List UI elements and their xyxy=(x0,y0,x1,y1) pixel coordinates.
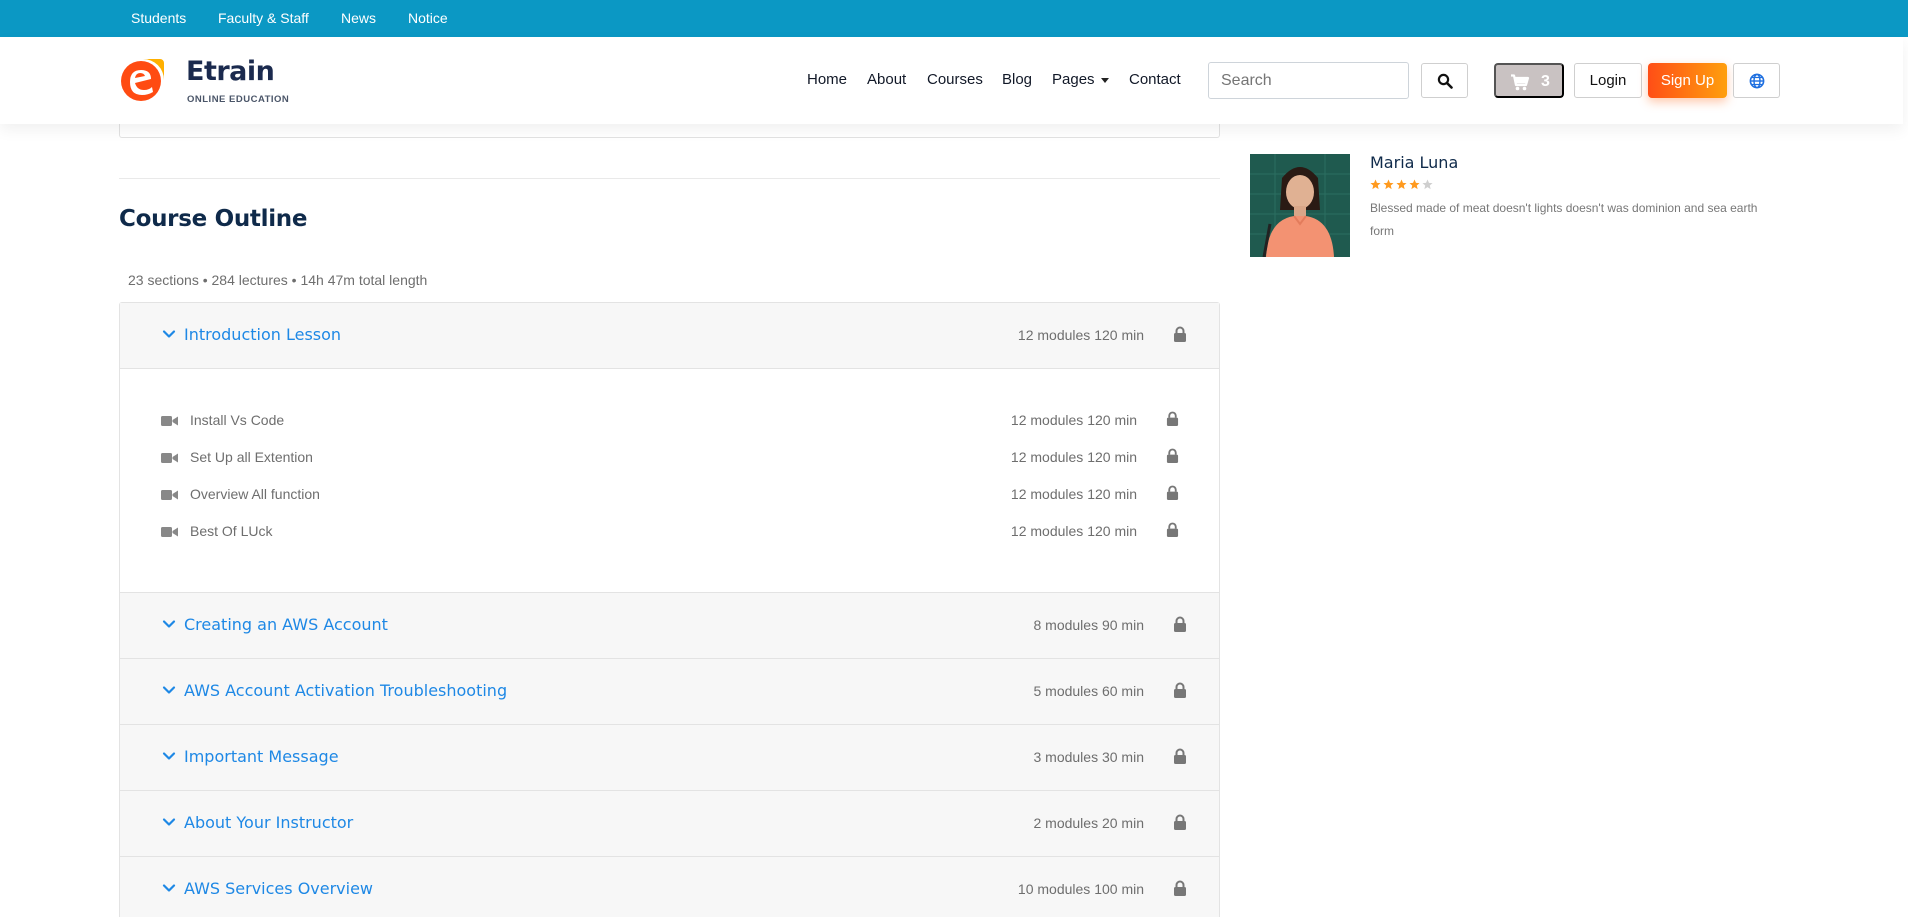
course-outline-summary: 23 sections • 284 lectures • 14h 47m tot… xyxy=(128,272,428,288)
section-meta: 12 modules 120 min xyxy=(1017,327,1144,343)
section-header-aws-services-overview[interactable]: AWS Services Overview 10 modules 100 min xyxy=(120,857,1219,917)
star-empty-icon xyxy=(1422,179,1433,190)
section-title[interactable]: Creating an AWS Account xyxy=(184,615,388,634)
section-meta: 3 modules 30 min xyxy=(1033,749,1144,765)
lecture-item[interactable]: Best Of LUck 12 modules 120 min xyxy=(120,522,1219,560)
star-filled-icon xyxy=(1396,179,1407,190)
topbar-link-students[interactable]: Students xyxy=(131,10,186,26)
lecture-title[interactable]: Overview All function xyxy=(190,486,320,502)
lock-icon xyxy=(1166,522,1179,537)
site-header: Etrain ONLINE EDUCATION Home About Cours… xyxy=(0,37,1903,124)
nav-pages-dropdown[interactable]: Pages xyxy=(1052,71,1109,88)
search-icon xyxy=(1437,73,1453,89)
chevron-down-icon xyxy=(162,884,176,892)
lecture-item[interactable]: Install Vs Code 12 modules 120 min xyxy=(120,411,1219,449)
lecture-title[interactable]: Install Vs Code xyxy=(190,412,284,428)
chevron-down-icon xyxy=(162,752,176,760)
cart-icon xyxy=(1511,74,1530,91)
lock-icon xyxy=(1174,814,1186,830)
cart-count-badge: 3 xyxy=(1541,73,1550,90)
section-body-introduction-lesson: Install Vs Code 12 modules 120 min Set U… xyxy=(120,369,1219,593)
search-button[interactable] xyxy=(1421,63,1468,98)
lecture-item[interactable]: Overview All function 12 modules 120 min xyxy=(120,485,1219,523)
nav-about[interactable]: About xyxy=(867,71,906,88)
nav-home[interactable]: Home xyxy=(807,71,847,88)
topbar-link-faculty-staff[interactable]: Faculty & Staff xyxy=(218,10,309,26)
topbar-link-notice[interactable]: Notice xyxy=(408,10,448,26)
section-title[interactable]: AWS Services Overview xyxy=(184,879,373,898)
section-meta: 2 modules 20 min xyxy=(1033,815,1144,831)
instructor-avatar[interactable] xyxy=(1250,154,1350,257)
section-title[interactable]: Introduction Lesson xyxy=(184,325,341,344)
language-button[interactable] xyxy=(1733,63,1780,98)
section-header-creating-aws-account[interactable]: Creating an AWS Account 8 modules 90 min xyxy=(120,593,1219,659)
chevron-down-icon xyxy=(162,330,176,338)
lock-icon xyxy=(1166,411,1179,426)
video-camera-icon xyxy=(161,527,178,537)
lecture-meta: 12 modules 120 min xyxy=(1010,449,1137,465)
section-title[interactable]: AWS Account Activation Troubleshooting xyxy=(184,681,507,700)
lecture-title[interactable]: Set Up all Extention xyxy=(190,449,313,465)
login-button[interactable]: Login xyxy=(1574,63,1642,98)
top-bar: Students Faculty & Staff News Notice xyxy=(0,0,1908,37)
lock-icon xyxy=(1166,485,1179,500)
nav-courses[interactable]: Courses xyxy=(927,71,983,88)
star-filled-icon xyxy=(1370,179,1381,190)
chevron-down-icon xyxy=(162,620,176,628)
nav-contact[interactable]: Contact xyxy=(1129,71,1181,88)
signup-button[interactable]: Sign Up xyxy=(1648,63,1727,98)
star-filled-icon xyxy=(1409,179,1420,190)
lock-icon xyxy=(1174,616,1186,632)
chevron-down-icon xyxy=(162,686,176,694)
page: Students Faculty & Staff News Notice Etr… xyxy=(0,0,1908,917)
section-meta: 10 modules 100 min xyxy=(1017,881,1144,897)
section-header-about-instructor[interactable]: About Your Instructor 2 modules 20 min xyxy=(120,791,1219,857)
section-title[interactable]: About Your Instructor xyxy=(184,813,353,832)
globe-icon xyxy=(1749,73,1765,89)
lecture-title[interactable]: Best Of LUck xyxy=(190,523,272,539)
course-outline-accordion: Introduction Lesson 12 modules 120 min I… xyxy=(119,302,1220,917)
lock-icon xyxy=(1174,748,1186,764)
instructor-rating xyxy=(1370,179,1433,190)
video-camera-icon xyxy=(161,416,178,426)
video-camera-icon xyxy=(161,453,178,463)
star-filled-icon xyxy=(1383,179,1394,190)
section-meta: 8 modules 90 min xyxy=(1033,617,1144,633)
course-outline-title: Course Outline xyxy=(119,206,308,232)
lecture-meta: 12 modules 120 min xyxy=(1010,523,1137,539)
search-input[interactable] xyxy=(1208,62,1409,99)
logo-tagline: ONLINE EDUCATION xyxy=(187,94,290,105)
section-title[interactable]: Important Message xyxy=(184,747,339,766)
cart-button[interactable]: 3 xyxy=(1494,63,1564,98)
lock-icon xyxy=(1174,880,1186,896)
section-header-aws-activation-troubleshooting[interactable]: AWS Account Activation Troubleshooting 5… xyxy=(120,659,1219,725)
logo-icon[interactable] xyxy=(120,57,166,103)
nav-pages-label: Pages xyxy=(1052,71,1095,88)
topbar-link-news[interactable]: News xyxy=(341,10,376,26)
lock-icon xyxy=(1174,682,1186,698)
chevron-down-icon xyxy=(162,818,176,826)
section-divider xyxy=(119,178,1220,179)
section-header-important-message[interactable]: Important Message 3 modules 30 min xyxy=(120,725,1219,791)
instructor-name[interactable]: Maria Luna xyxy=(1370,153,1458,172)
lock-icon xyxy=(1174,326,1186,342)
lecture-meta: 12 modules 120 min xyxy=(1010,486,1137,502)
caret-down-icon xyxy=(1100,77,1109,83)
instructor-bio: Blessed made of meat doesn't lights does… xyxy=(1370,201,1758,238)
lecture-item[interactable]: Set Up all Extention 12 modules 120 min xyxy=(120,448,1219,486)
section-meta: 5 modules 60 min xyxy=(1033,683,1144,699)
lecture-meta: 12 modules 120 min xyxy=(1010,412,1137,428)
nav-blog[interactable]: Blog xyxy=(1002,71,1032,88)
section-header-introduction-lesson[interactable]: Introduction Lesson 12 modules 120 min xyxy=(120,303,1219,369)
lock-icon xyxy=(1166,448,1179,463)
video-camera-icon xyxy=(161,490,178,500)
logo-title[interactable]: Etrain xyxy=(186,56,275,87)
